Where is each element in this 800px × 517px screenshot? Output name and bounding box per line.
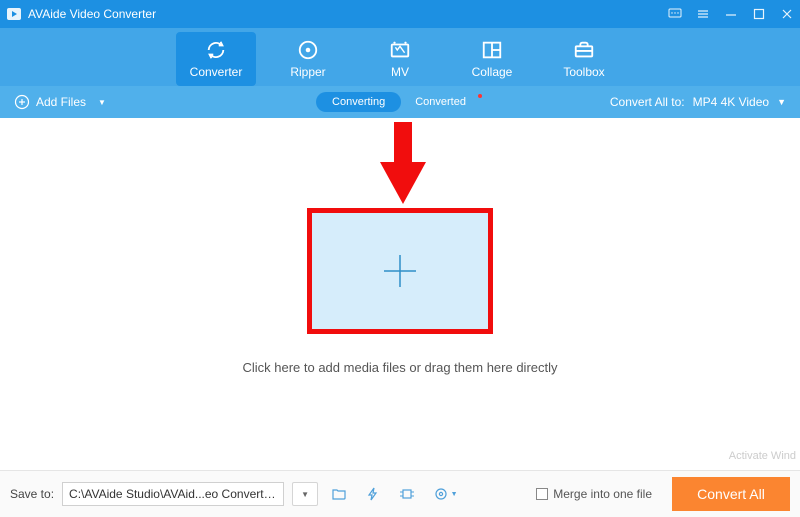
save-path-field[interactable]: C:\AVAide Studio\AVAid...eo Converter\Co…: [62, 482, 284, 506]
chevron-down-icon: ▼: [451, 491, 458, 498]
bottom-bar: Save to: C:\AVAide Studio\AVAid...eo Con…: [0, 470, 800, 517]
close-icon[interactable]: [780, 7, 794, 21]
segment-converting[interactable]: Converting: [316, 92, 401, 112]
merge-label: Merge into one file: [553, 487, 652, 501]
converter-icon: [205, 39, 227, 61]
chevron-down-icon: ▼: [301, 490, 309, 499]
minimize-icon[interactable]: [724, 7, 738, 21]
tool-hardware-button[interactable]: [394, 482, 420, 506]
chip-icon: [399, 486, 415, 502]
gear-icon: [433, 486, 449, 502]
chevron-down-icon: ▼: [777, 97, 786, 107]
tab-converter[interactable]: Converter: [176, 32, 256, 86]
menu-icon[interactable]: [696, 7, 710, 21]
convert-all-button[interactable]: Convert All: [672, 477, 790, 511]
feedback-icon[interactable]: [668, 7, 682, 21]
app-logo-icon: [6, 6, 22, 22]
add-files-label: Add Files: [36, 95, 86, 109]
open-folder-button[interactable]: [326, 482, 352, 506]
nav-tabs: Converter Ripper MV Collage Toolbox: [0, 28, 800, 86]
add-media-dropzone[interactable]: [307, 208, 493, 334]
merge-into-one-checkbox[interactable]: Merge into one file: [536, 487, 652, 501]
annotation-arrow-icon: [380, 122, 426, 204]
lightning-icon: [365, 486, 381, 502]
tab-label: Ripper: [290, 65, 325, 79]
tab-label: Collage: [472, 65, 513, 79]
save-to-label: Save to:: [10, 487, 54, 501]
notification-dot-icon: [478, 94, 482, 98]
plus-icon: [380, 251, 420, 291]
collage-icon: [481, 39, 503, 61]
mv-icon: [389, 39, 411, 61]
windows-activation-watermark: Activate Wind: [729, 450, 796, 462]
tab-collage[interactable]: Collage: [452, 32, 532, 86]
tool-enhance-button[interactable]: [360, 482, 386, 506]
settings-button[interactable]: ▼: [428, 482, 462, 506]
checkbox-icon: [536, 488, 548, 500]
maximize-icon[interactable]: [752, 7, 766, 21]
save-path-value: C:\AVAide Studio\AVAid...eo Converter\Co…: [69, 487, 277, 501]
tab-label: Toolbox: [563, 65, 604, 79]
tab-label: MV: [391, 65, 409, 79]
main-area: Click here to add media files or drag th…: [0, 118, 800, 470]
convert-all-to[interactable]: Convert All to: MP4 4K Video ▼: [610, 95, 786, 109]
segment-converted[interactable]: Converted: [405, 92, 476, 112]
convert-all-to-label: Convert All to:: [610, 95, 685, 109]
tab-toolbox[interactable]: Toolbox: [544, 32, 624, 86]
tab-label: Converter: [190, 65, 243, 79]
dropzone-hint: Click here to add media files or drag th…: [0, 360, 800, 375]
tab-mv[interactable]: MV: [360, 32, 440, 86]
convert-format-value: MP4 4K Video: [693, 95, 770, 109]
status-segment: Converting Converted: [316, 92, 484, 112]
toolbox-icon: [573, 39, 595, 61]
app-title: AVAide Video Converter: [28, 7, 156, 21]
window-controls: [668, 7, 794, 21]
add-files-button[interactable]: Add Files ▼: [14, 94, 106, 110]
subbar: Add Files ▼ Converting Converted Convert…: [0, 86, 800, 118]
ripper-icon: [297, 39, 319, 61]
chevron-down-icon: ▼: [98, 98, 106, 107]
tab-ripper[interactable]: Ripper: [268, 32, 348, 86]
plus-circle-icon: [14, 94, 30, 110]
titlebar: AVAide Video Converter: [0, 0, 800, 28]
path-dropdown-button[interactable]: ▼: [292, 482, 318, 506]
folder-icon: [331, 486, 347, 502]
